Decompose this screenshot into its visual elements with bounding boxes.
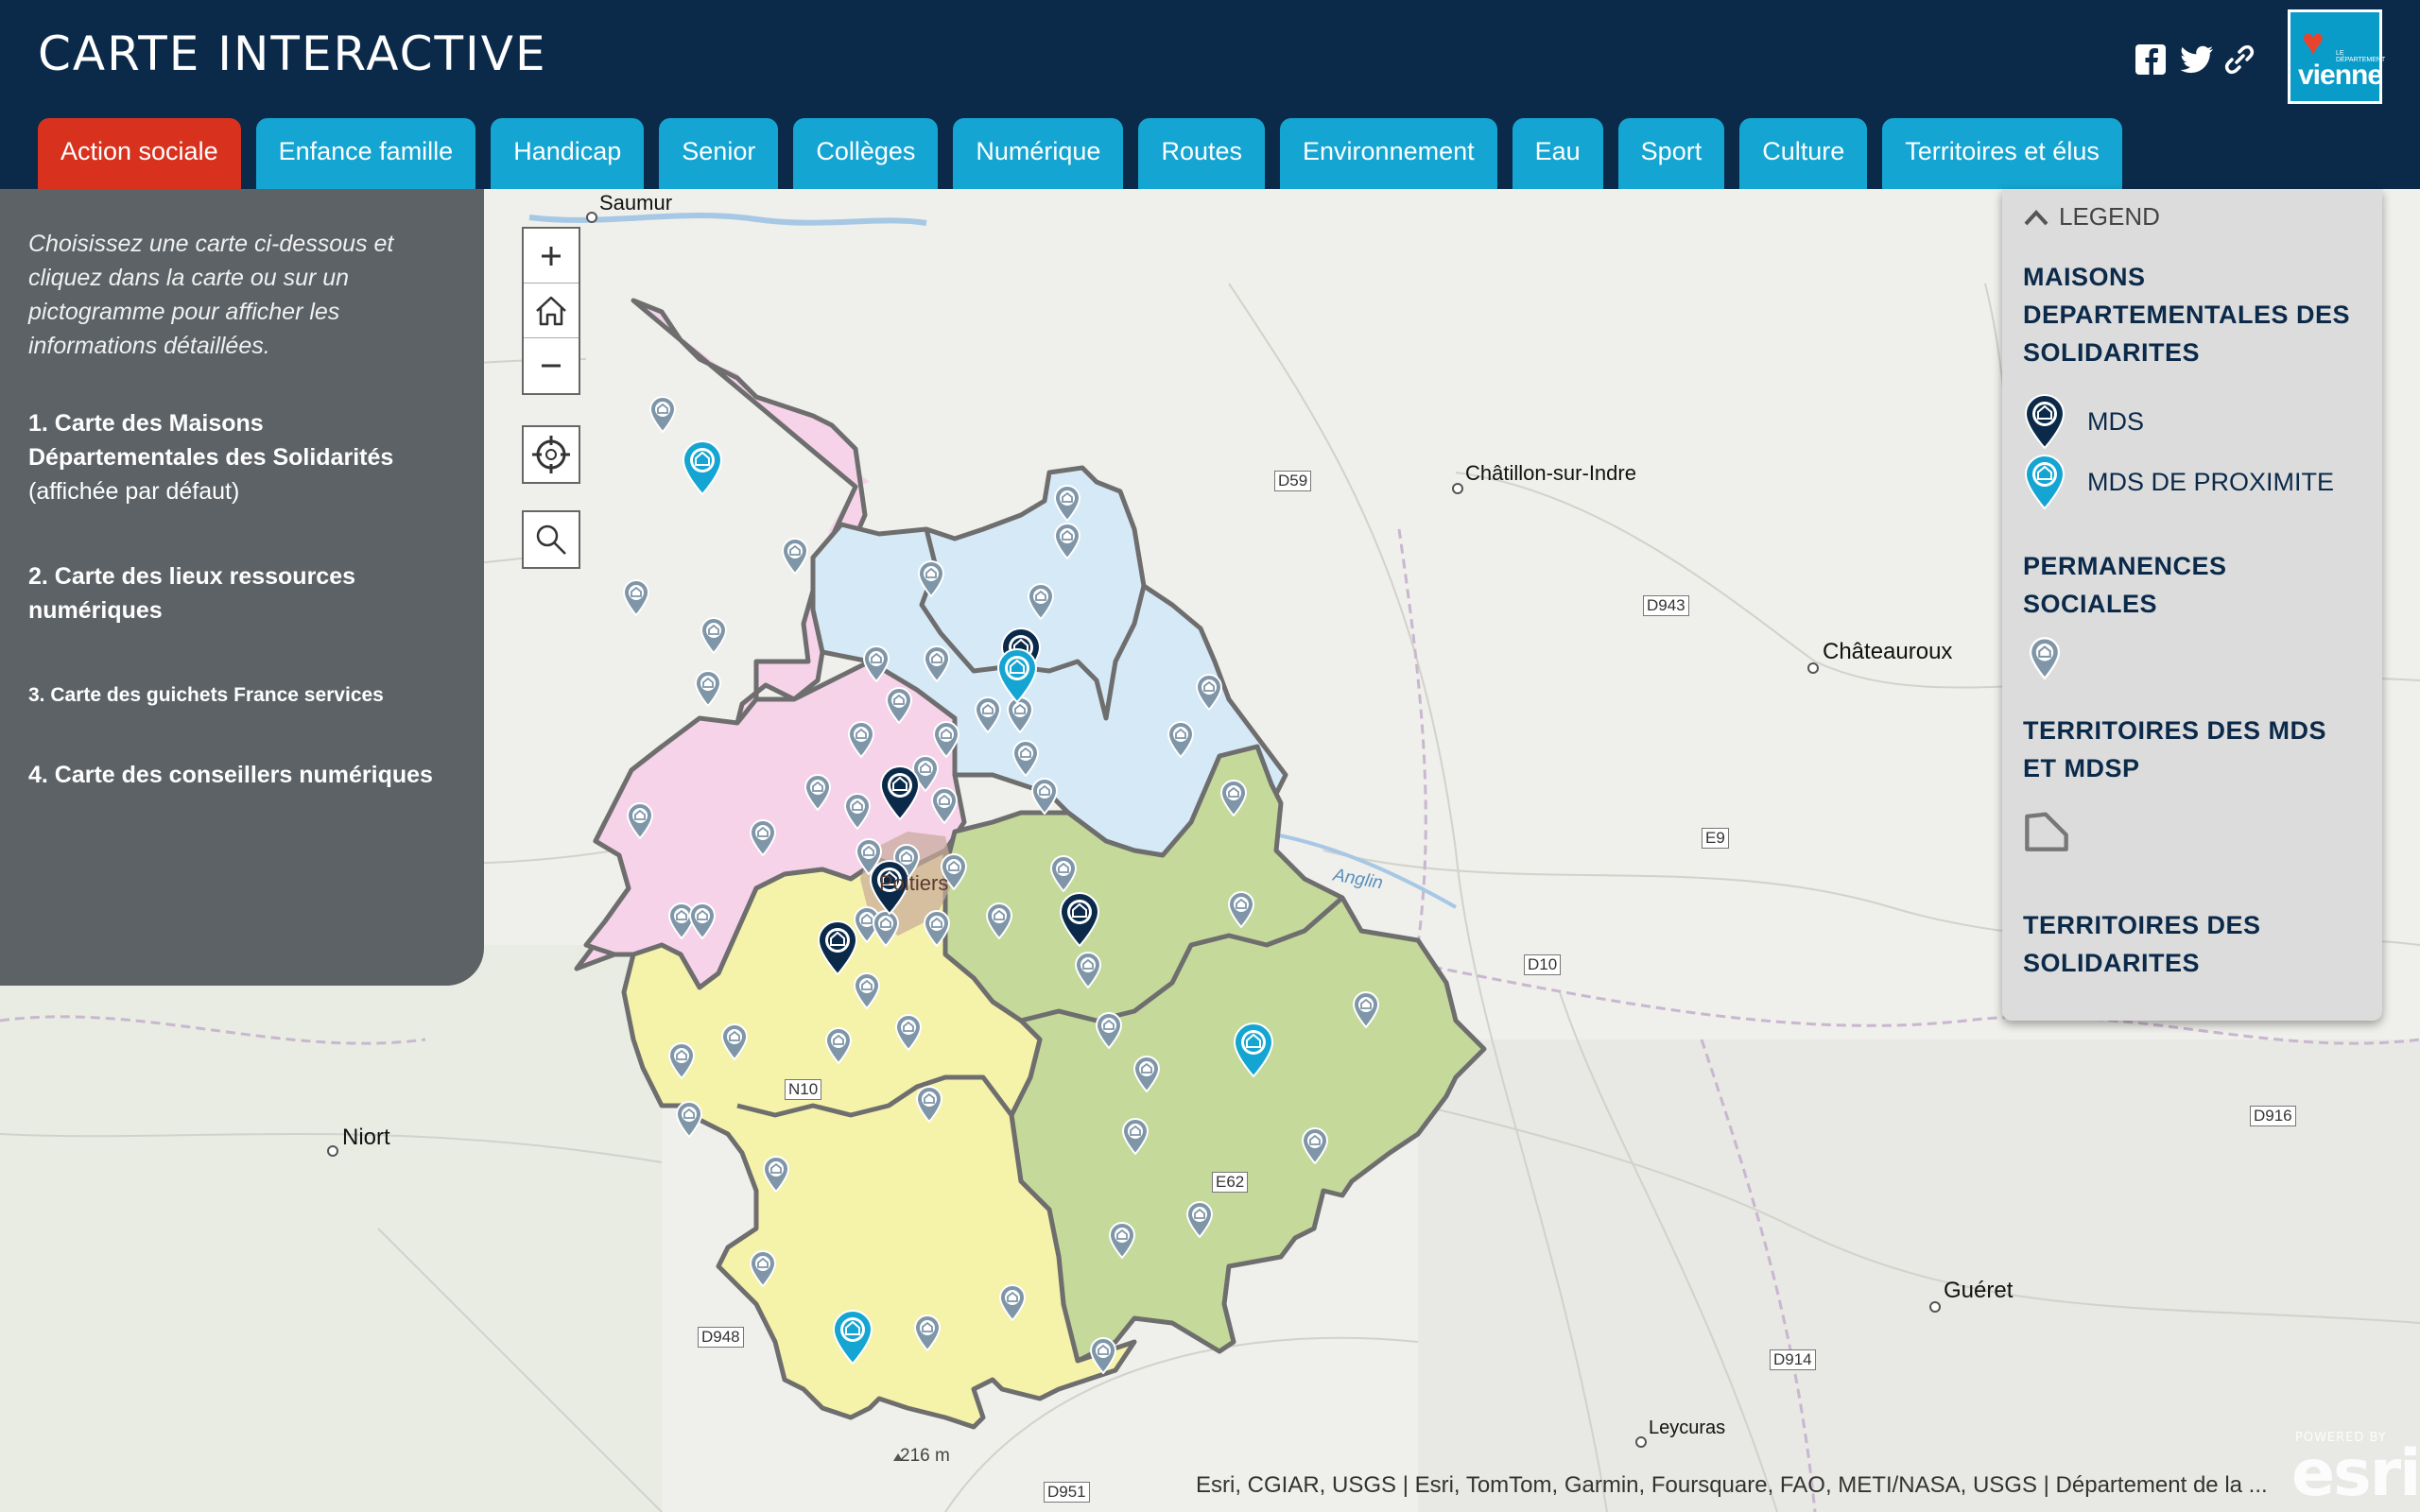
page-title: CARTE INTERACTIVE (38, 26, 547, 81)
search-button[interactable] (524, 512, 579, 567)
tab-eau[interactable]: Eau (1512, 118, 1603, 189)
legend-row-territoires (2023, 806, 2361, 853)
esri-logo[interactable]: POWERED BY esri (2291, 1431, 2420, 1511)
tab-colleges[interactable]: Collèges (793, 118, 939, 189)
esri-brand: esri (2291, 1436, 2420, 1511)
road-shield-e62: E62 (1212, 1172, 1249, 1193)
legend-section-territoires-solidarites: TERRITOIRES DES SOLIDARITES (2023, 911, 2261, 977)
road-shield-d916: D916 (2250, 1106, 2296, 1126)
place-label-leycuras: Leycuras (1649, 1418, 1726, 1438)
locate-control (522, 425, 580, 484)
road-shield-d10: D10 (1524, 954, 1562, 975)
locate-button[interactable] (524, 427, 579, 482)
facebook-icon[interactable] (2135, 43, 2167, 76)
legend-label-mds: MDS (2087, 406, 2144, 436)
place-label-gueret: Guéret (1944, 1278, 2014, 1303)
header-bar: CARTE INTERACTIVE ♥ LE DÉPARTEMENT vienn… (0, 0, 2420, 189)
logo-text: vienne (2298, 60, 2383, 91)
legend-row-mds: MDS (2023, 394, 2361, 449)
tab-action-sociale[interactable]: Action sociale (38, 118, 241, 189)
home-icon (536, 296, 566, 325)
permanence-marker-icon (2023, 636, 2066, 679)
place-label-saumur: Saumur (599, 191, 673, 215)
place-label-poitiers: Poitiers (879, 871, 949, 895)
panel-intro: Choisissez une carte ci-dessous et cliqu… (28, 231, 394, 359)
search-control (522, 510, 580, 569)
map-attribution: Esri, CGIAR, USGS | Esri, TomTom, Garmin… (1196, 1472, 2268, 1498)
mds-marker-icon (2023, 394, 2066, 449)
tab-bar: Action sociale Enfance famille Handicap … (38, 118, 2122, 189)
esri-powered-by: POWERED BY (2295, 1431, 2387, 1445)
polygon-icon (2025, 812, 2068, 851)
search-icon (536, 524, 566, 555)
road-shield-e9: E9 (1702, 828, 1729, 849)
legend-section-mds: MAISONS DEPARTEMENTALES DES SOLIDARITES (2023, 263, 2351, 367)
link-icon[interactable] (2223, 43, 2256, 76)
tab-senior[interactable]: Senior (659, 118, 779, 189)
elevation-label: 216 m (900, 1446, 950, 1466)
plus-icon (542, 246, 561, 266)
home-button[interactable] (524, 284, 579, 338)
road-shield-d59: D59 (1274, 471, 1312, 491)
legend-row-permanences (2023, 636, 2361, 679)
zoom-controls (522, 227, 580, 395)
map-choice-1-label: 1. Carte des Maisons Départementales des… (28, 410, 394, 471)
place-label-chatillon: Châtillon-sur-Indre (1465, 461, 1636, 485)
map-choice-3[interactable]: 3. Carte des guichets France services (28, 679, 454, 713)
minus-icon (542, 364, 561, 368)
road-shield-d943: D943 (1643, 595, 1689, 616)
tab-numerique[interactable]: Numérique (953, 118, 1124, 189)
tab-handicap[interactable]: Handicap (491, 118, 645, 189)
legend-panel: LEGEND MAISONS DEPARTEMENTALES DES SOLID… (2002, 189, 2382, 1021)
road-shield-d948: D948 (698, 1327, 744, 1348)
side-panel: Choisissez une carte ci-dessous et cliqu… (0, 189, 484, 986)
heart-icon: ♥ (2302, 22, 2325, 63)
legend-toggle[interactable]: LEGEND (2023, 202, 2361, 232)
tab-routes[interactable]: Routes (1138, 118, 1266, 189)
tab-culture[interactable]: Culture (1739, 118, 1868, 189)
chevron-up-icon (2024, 209, 2048, 225)
twitter-icon[interactable] (2180, 45, 2214, 74)
tab-enfance-famille[interactable]: Enfance famille (255, 118, 476, 189)
place-label-niort: Niort (342, 1125, 390, 1150)
tab-sport[interactable]: Sport (1617, 118, 1725, 189)
map-choice-4[interactable]: 4. Carte des conseillers numériques (28, 758, 454, 792)
legend-section-territoires-mds: TERRITOIRES DES MDS ET MDSP (2023, 716, 2327, 782)
zoom-out-button[interactable] (524, 338, 579, 393)
crosshair-icon (532, 436, 570, 473)
tab-environnement[interactable]: Environnement (1280, 118, 1497, 189)
legend-section-permanences: PERMANENCES SOCIALES (2023, 552, 2227, 618)
map-choice-1-sub: (affichée par défaut) (28, 478, 240, 505)
app-root: CARTE INTERACTIVE ♥ LE DÉPARTEMENT vienn… (0, 0, 2420, 1512)
department-logo[interactable]: ♥ LE DÉPARTEMENT vienne (2288, 9, 2385, 104)
legend-row-mdsp: MDS DE PROXIMITE (2023, 455, 2361, 509)
road-shield-d951: D951 (1044, 1482, 1090, 1503)
mdsp-marker-icon (2023, 455, 2066, 509)
map-choice-2[interactable]: 2. Carte des lieux ressources numériques (28, 559, 454, 627)
road-shield-d914: D914 (1770, 1349, 1816, 1370)
place-label-chateauroux: Châteauroux (1823, 639, 1953, 664)
legend-title: LEGEND (2059, 202, 2160, 231)
legend-label-mdsp: MDS DE PROXIMITE (2087, 467, 2335, 496)
zoom-in-button[interactable] (524, 229, 579, 284)
tab-territoires-elus[interactable]: Territoires et élus (1882, 118, 2122, 189)
map-choice-1[interactable]: 1. Carte des Maisons Départementales des… (28, 406, 454, 508)
road-shield-n10: N10 (785, 1079, 822, 1100)
